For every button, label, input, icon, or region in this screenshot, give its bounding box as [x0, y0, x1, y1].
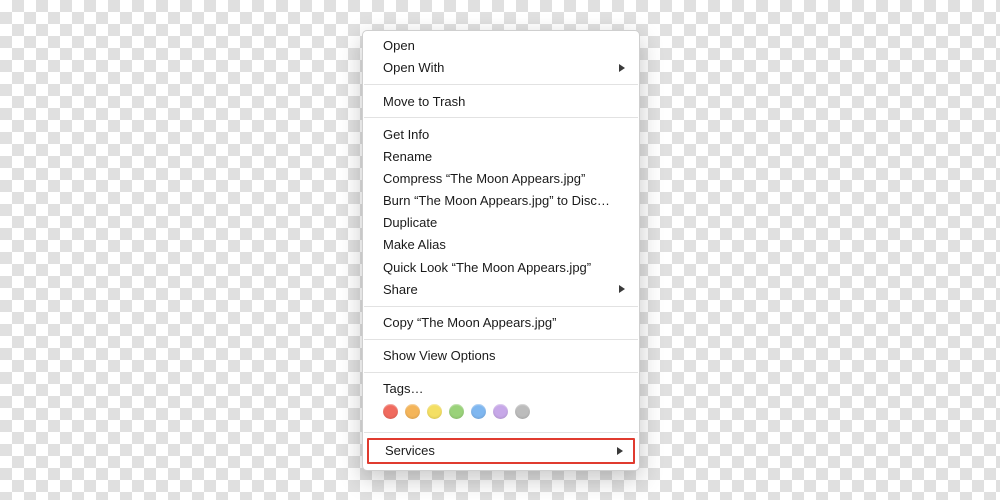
menu-item-label: Open — [383, 37, 415, 55]
menu-item-label: Copy “The Moon Appears.jpg” — [383, 314, 556, 332]
menu-item-open-with[interactable]: Open With — [363, 57, 639, 79]
tag-dot-red[interactable] — [383, 404, 398, 419]
menu-item-tags[interactable]: Tags… — [363, 378, 639, 400]
menu-item-burn[interactable]: Burn “The Moon Appears.jpg” to Disc… — [363, 190, 639, 212]
context-menu: Open Open With Move to Trash Get Info Re… — [362, 30, 640, 471]
menu-item-label: Open With — [383, 59, 444, 77]
menu-item-label: Quick Look “The Moon Appears.jpg” — [383, 259, 591, 277]
menu-separator — [364, 306, 638, 307]
menu-separator — [364, 339, 638, 340]
menu-item-share[interactable]: Share — [363, 278, 639, 300]
menu-item-label: Show View Options — [383, 347, 496, 365]
menu-item-label: Share — [383, 281, 418, 299]
menu-item-label: Services — [385, 442, 435, 460]
menu-item-label: Duplicate — [383, 214, 437, 232]
chevron-right-icon — [619, 64, 625, 72]
menu-item-compress[interactable]: Compress “The Moon Appears.jpg” — [363, 168, 639, 190]
menu-separator — [364, 117, 638, 118]
menu-item-copy[interactable]: Copy “The Moon Appears.jpg” — [363, 312, 639, 334]
menu-item-quick-look[interactable]: Quick Look “The Moon Appears.jpg” — [363, 256, 639, 278]
menu-item-make-alias[interactable]: Make Alias — [363, 234, 639, 256]
menu-item-rename[interactable]: Rename — [363, 146, 639, 168]
menu-separator — [364, 372, 638, 373]
menu-item-label: Tags… — [383, 380, 423, 398]
menu-separator — [364, 84, 638, 85]
menu-item-label: Burn “The Moon Appears.jpg” to Disc… — [383, 192, 610, 210]
menu-item-open[interactable]: Open — [363, 35, 639, 57]
tag-dot-green[interactable] — [449, 404, 464, 419]
tag-dot-orange[interactable] — [405, 404, 420, 419]
menu-item-label: Move to Trash — [383, 93, 465, 111]
menu-item-get-info[interactable]: Get Info — [363, 123, 639, 145]
chevron-right-icon — [617, 447, 623, 455]
menu-item-move-to-trash[interactable]: Move to Trash — [363, 90, 639, 112]
highlight-annotation: Services — [367, 438, 635, 464]
menu-item-label: Make Alias — [383, 236, 446, 254]
tag-dot-purple[interactable] — [493, 404, 508, 419]
tag-dot-blue[interactable] — [471, 404, 486, 419]
menu-item-label: Rename — [383, 148, 432, 166]
menu-item-label: Compress “The Moon Appears.jpg” — [383, 170, 585, 188]
tag-dot-yellow[interactable] — [427, 404, 442, 419]
menu-item-label: Get Info — [383, 126, 429, 144]
chevron-right-icon — [619, 285, 625, 293]
menu-item-show-view-options[interactable]: Show View Options — [363, 345, 639, 367]
menu-item-services[interactable]: Services — [369, 440, 633, 462]
tag-color-row — [363, 400, 639, 427]
menu-separator — [364, 432, 638, 433]
tag-dot-gray[interactable] — [515, 404, 530, 419]
menu-item-duplicate[interactable]: Duplicate — [363, 212, 639, 234]
